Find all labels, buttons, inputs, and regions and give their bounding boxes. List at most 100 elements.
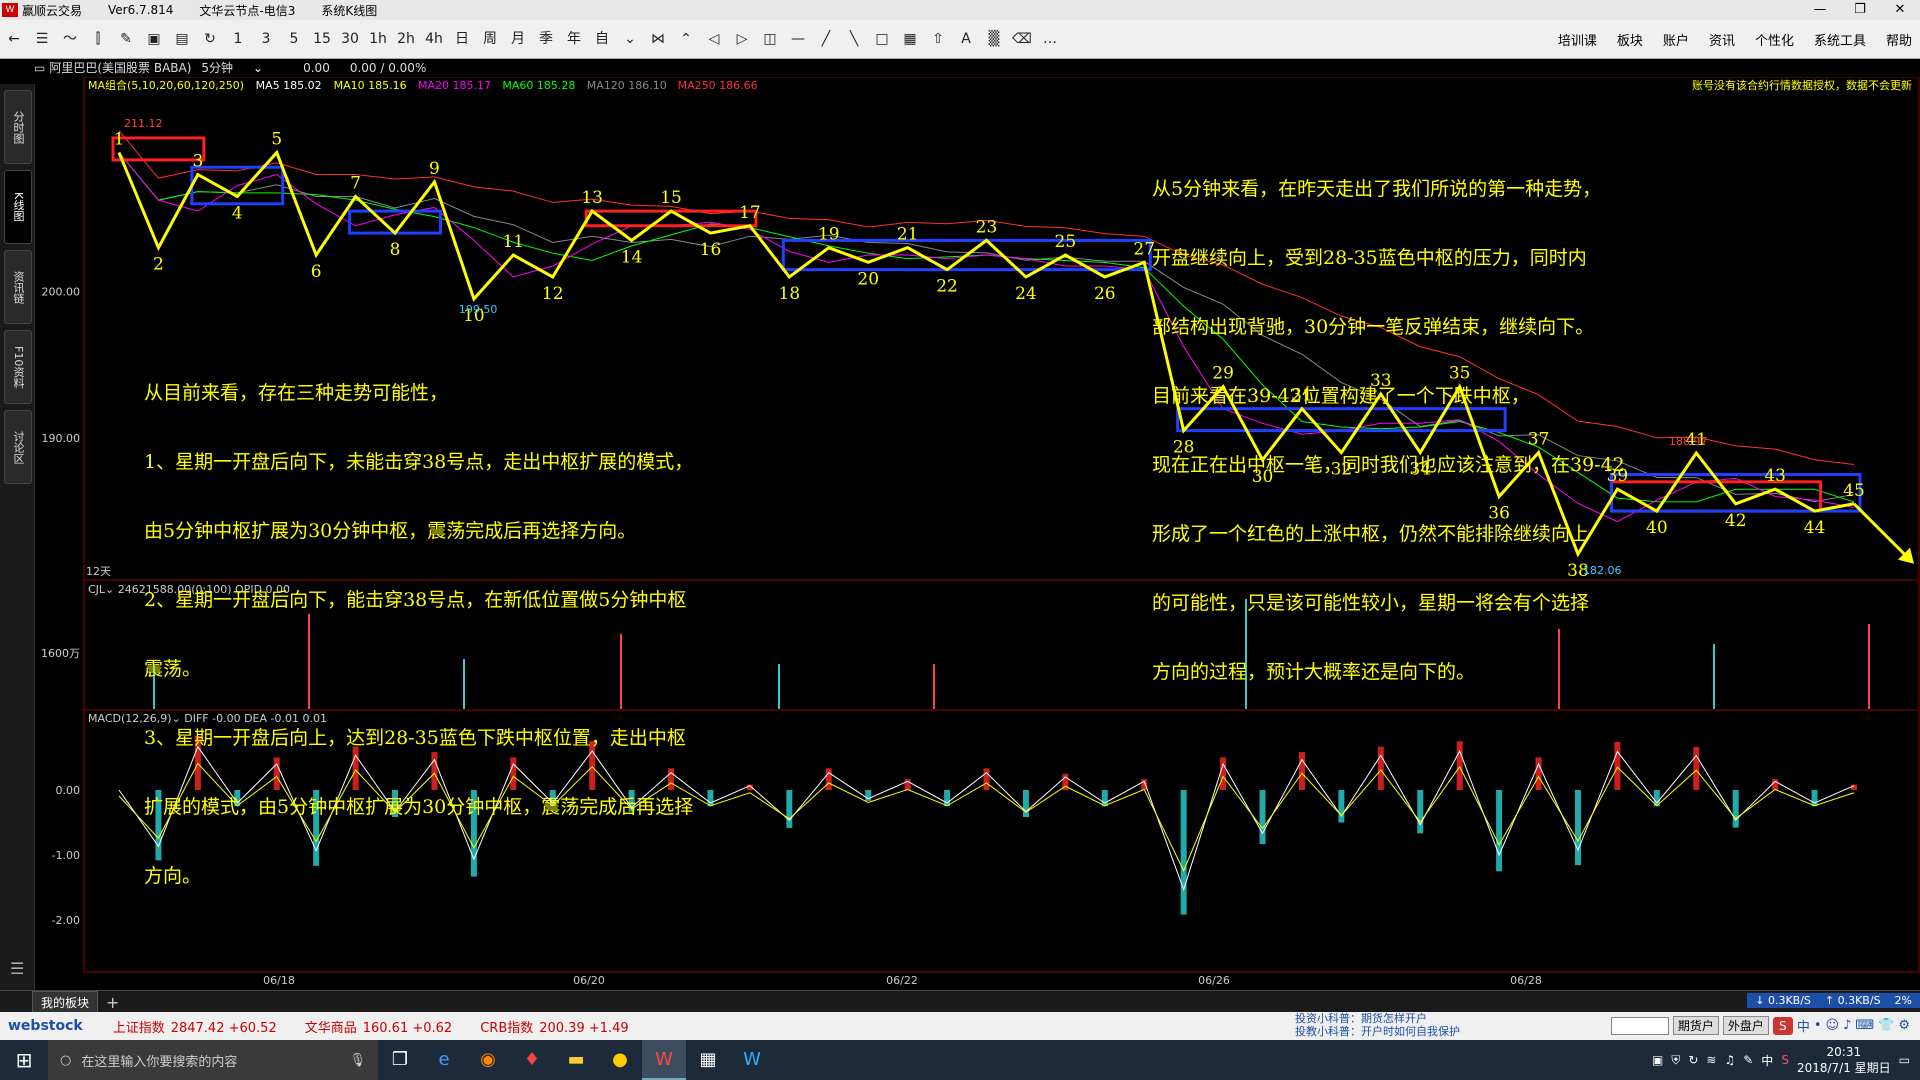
restore-button[interactable]: ❐ [1840,0,1880,20]
calculator-icon[interactable]: ▦ [686,1040,730,1080]
add-tab-icon[interactable]: + [106,993,119,1012]
volume-icon[interactable]: ♫ [1724,1053,1735,1067]
tab-my-sector[interactable]: 我的板块 [32,990,99,1014]
list-icon[interactable]: ☰ [30,26,54,52]
eraser-icon[interactable]: ⌫ [1010,26,1034,52]
period-2h[interactable]: 2h [394,26,418,52]
chevron-down-icon[interactable]: ⌄ [618,26,642,52]
period-selector[interactable]: 5分钟 ⌄ [201,59,283,76]
arrow-up-icon[interactable]: ⇧ [926,26,950,52]
news-item[interactable]: 投资小科普：期货怎样开户 [1295,1012,1460,1025]
store-icon[interactable]: ● [598,1040,642,1080]
menu-personalize[interactable]: 个性化 [1755,30,1794,49]
wps-icon[interactable]: W [730,1040,774,1080]
fill-icon[interactable]: ▒ [982,26,1006,52]
refresh-icon[interactable]: ↻ [1688,1053,1698,1067]
window-icon[interactable]: ▣ [142,26,166,52]
period-30[interactable]: 30 [338,26,362,52]
period-month[interactable]: 月 [506,26,530,52]
kline-chart[interactable]: MA组合(5,10,20,60,120,250) MA5 185.02 MA10 1… [34,77,1920,990]
trend-line-icon[interactable]: ╱ [814,26,838,52]
period-3[interactable]: 3 [254,26,278,52]
index-wenhua[interactable]: 文华商品 160.61 +0.62 [305,1017,452,1036]
tray-app-icon[interactable]: ▣ [1652,1053,1663,1067]
skin-icon[interactable]: 👕 [1878,1018,1894,1033]
split-view-icon[interactable]: ◫ [758,26,782,52]
mic-icon[interactable]: ♪ [1843,1018,1851,1033]
period-year[interactable]: 年 [562,26,586,52]
collapse-icon[interactable]: ▭ [34,61,45,75]
news-item[interactable]: 投教小科普：开户时如何自我保护 [1295,1025,1460,1038]
windows-start-icon[interactable]: ⊞ [0,1040,48,1080]
futures-account-button[interactable]: 期货户 [1672,1016,1719,1035]
clock[interactable]: 20:31 2018/7/1 星期日 [1797,1044,1891,1076]
period-1[interactable]: 1 [226,26,250,52]
back-icon[interactable]: ← [2,26,26,52]
drawing-icon[interactable]: ✎ [114,26,138,52]
candlestick-icon[interactable]: ⫿ [86,26,110,52]
menu-training[interactable]: 培训课 [1558,30,1597,49]
taskbar-search[interactable]: ○ 在这里输入你要搜索的内容 🎙 [48,1040,378,1080]
tab-f10[interactable]: F10资料 [4,330,32,404]
wenhua-app-icon[interactable]: W [642,1040,686,1080]
network-icon[interactable]: ≋ [1706,1053,1716,1067]
keyboard-icon[interactable]: ⌨ [1855,1018,1874,1033]
firefox-icon[interactable]: ◉ [466,1040,510,1080]
sogou-tray-icon[interactable]: S [1781,1053,1789,1067]
code-input[interactable] [1610,1016,1669,1035]
close-button[interactable]: ✕ [1880,0,1920,20]
punctuation-icon[interactable]: • [1814,1018,1822,1033]
period-5[interactable]: 5 [282,26,306,52]
index-crb[interactable]: CRB指数 200.39 +1.49 [480,1017,629,1036]
menu-icon[interactable]: ☰ [10,959,24,978]
period-4h[interactable]: 4h [422,26,446,52]
pivot-center-box [584,209,758,228]
task-view-icon[interactable]: ❐ [378,1040,422,1080]
emoji-icon[interactable]: ☺ [1826,1018,1840,1033]
channel-icon[interactable]: ▦ [898,26,922,52]
text-icon[interactable]: A [954,26,978,52]
sogou-ime-icon[interactable]: S [1772,1016,1793,1035]
period-quarter[interactable]: 季 [534,26,558,52]
zoom-in-icon[interactable]: ⋈ [646,26,670,52]
line-chart-icon[interactable]: 〜 [58,26,82,52]
menu-news[interactable]: 资讯 [1709,30,1735,49]
period-15[interactable]: 15 [310,26,334,52]
menu-sector[interactable]: 板块 [1617,30,1643,49]
ime-indicator[interactable]: 中 [1761,1052,1773,1069]
file-explorer-icon[interactable]: ▬ [554,1040,598,1080]
period-custom[interactable]: 自 [590,26,614,52]
menu-account[interactable]: 账户 [1663,30,1689,49]
shield-icon[interactable]: ⛨ [1671,1053,1680,1068]
minimize-button[interactable]: — [1800,0,1840,20]
index-shanghai[interactable]: 上证指数 2847.42 +60.52 [113,1017,277,1036]
horizontal-line-icon[interactable]: — [786,26,810,52]
arrow-right-icon[interactable]: ▷ [730,26,754,52]
photo-app-icon[interactable]: ♦ [510,1040,554,1080]
chevron-up-icon[interactable]: ⌃ [674,26,698,52]
menu-help[interactable]: 帮助 [1886,30,1912,49]
tab-news-chain[interactable]: 资讯链 [4,250,32,324]
period-day[interactable]: 日 [450,26,474,52]
tab-timeshare[interactable]: 分时图 [4,90,32,164]
mic-icon[interactable]: 🎙 [349,1053,366,1068]
tools-icon[interactable]: ⚙ [1898,1018,1910,1033]
period-week[interactable]: 周 [478,26,502,52]
news-ticker[interactable]: 投资小科普：期货怎样开户 投教小科普：开户时如何自我保护 [1295,1012,1460,1038]
more-icon[interactable]: … [1038,26,1062,52]
edge-icon[interactable]: e [422,1040,466,1080]
rectangle-icon[interactable]: □ [870,26,894,52]
refresh-icon[interactable]: ↻ [198,26,222,52]
security-name[interactable]: 阿里巴巴(美国股票 BABA) [49,59,191,76]
ime-lang-icon[interactable]: 中 [1797,1016,1810,1035]
tab-discussion[interactable]: 讨论区 [4,410,32,484]
arrow-left-icon[interactable]: ◁ [702,26,726,52]
foreign-account-button[interactable]: 外盘户 [1722,1016,1769,1035]
ray-line-icon[interactable]: ╲ [842,26,866,52]
period-1h[interactable]: 1h [366,26,390,52]
tab-kline[interactable]: K线图 [4,170,32,244]
save-icon[interactable]: ▤ [170,26,194,52]
notification-icon[interactable]: ▭ [1899,1053,1910,1067]
menu-system-tools[interactable]: 系统工具 [1814,30,1866,49]
pen-icon[interactable]: ✎ [1743,1053,1753,1067]
